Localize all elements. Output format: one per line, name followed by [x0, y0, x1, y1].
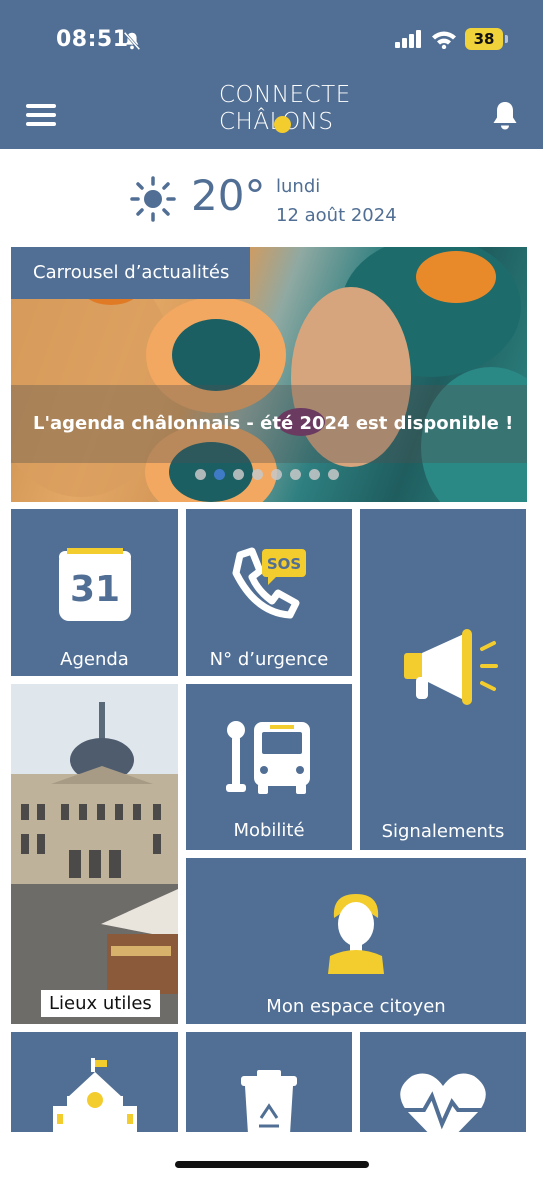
battery-indicator: 38: [465, 28, 508, 50]
carousel-title: L'agenda châlonnais - été 2024 est dispo…: [33, 413, 514, 434]
city-hall-photo: [11, 684, 178, 1024]
bottom-area: [0, 1132, 543, 1179]
app-logo: CONNECTE CHÂLONS: [219, 82, 351, 138]
status-indicators: 38: [395, 28, 508, 50]
notification-bell-icon[interactable]: [491, 100, 519, 130]
logo-dot-icon: [274, 116, 291, 133]
tile-lieux-label: Lieux utiles: [41, 990, 160, 1017]
calendar-day: 31: [69, 569, 121, 610]
citizen-user-icon: [328, 894, 384, 974]
tile-citoyen-label: Mon espace citoyen: [266, 996, 446, 1017]
hamburger-menu-button[interactable]: [26, 104, 56, 128]
carousel-dot[interactable]: [290, 469, 301, 480]
carousel-dot-active[interactable]: [214, 469, 225, 480]
sos-badge: SOS: [266, 555, 302, 573]
top-bar: 08:51 38 CONNECTE CHÂLONS: [0, 0, 543, 149]
wifi-icon: [432, 31, 456, 49]
carousel-dot[interactable]: [252, 469, 263, 480]
bus-stop-icon: [226, 721, 310, 794]
news-carousel[interactable]: Carrousel d’actualités L'agenda châlonna…: [11, 247, 527, 502]
megaphone-icon: [404, 629, 498, 705]
tile-urgence-label: N° d’urgence: [209, 649, 329, 670]
tile-agenda-label: Agenda: [60, 649, 129, 670]
carousel-dot[interactable]: [328, 469, 339, 480]
temperature: 20°: [191, 171, 266, 220]
weather-date: 12 août 2024: [276, 205, 397, 226]
logo-line1: CONNECTE: [219, 82, 351, 108]
tile-mobilite[interactable]: Mobilité: [186, 684, 352, 850]
tile-mobilite-label: Mobilité: [233, 820, 305, 841]
tile-lieux-utiles[interactable]: Lieux utiles: [11, 684, 178, 1024]
tile-urgence[interactable]: SOS N° d’urgence: [186, 509, 352, 676]
status-time: 08:51: [56, 27, 129, 52]
school-icon: [53, 1058, 137, 1138]
tile-signalements[interactable]: Signalements: [360, 509, 526, 850]
carousel-dot[interactable]: [233, 469, 244, 480]
carousel-dot[interactable]: [309, 469, 320, 480]
carousel-dot[interactable]: [195, 469, 206, 480]
carousel-dots: [195, 469, 339, 480]
silent-bell-icon: [123, 31, 141, 51]
tile-espace-citoyen[interactable]: Mon espace citoyen: [186, 858, 526, 1024]
weather-day: lundi: [276, 176, 321, 197]
sun-icon: [130, 176, 176, 222]
carousel-label: Carrousel d’actualités: [11, 247, 250, 299]
carousel-dot[interactable]: [271, 469, 282, 480]
tile-agenda[interactable]: 31 Agenda: [11, 509, 178, 676]
tile-signalements-label: Signalements: [381, 821, 505, 842]
signal-icon: [395, 30, 421, 48]
home-indicator[interactable]: [175, 1161, 369, 1168]
